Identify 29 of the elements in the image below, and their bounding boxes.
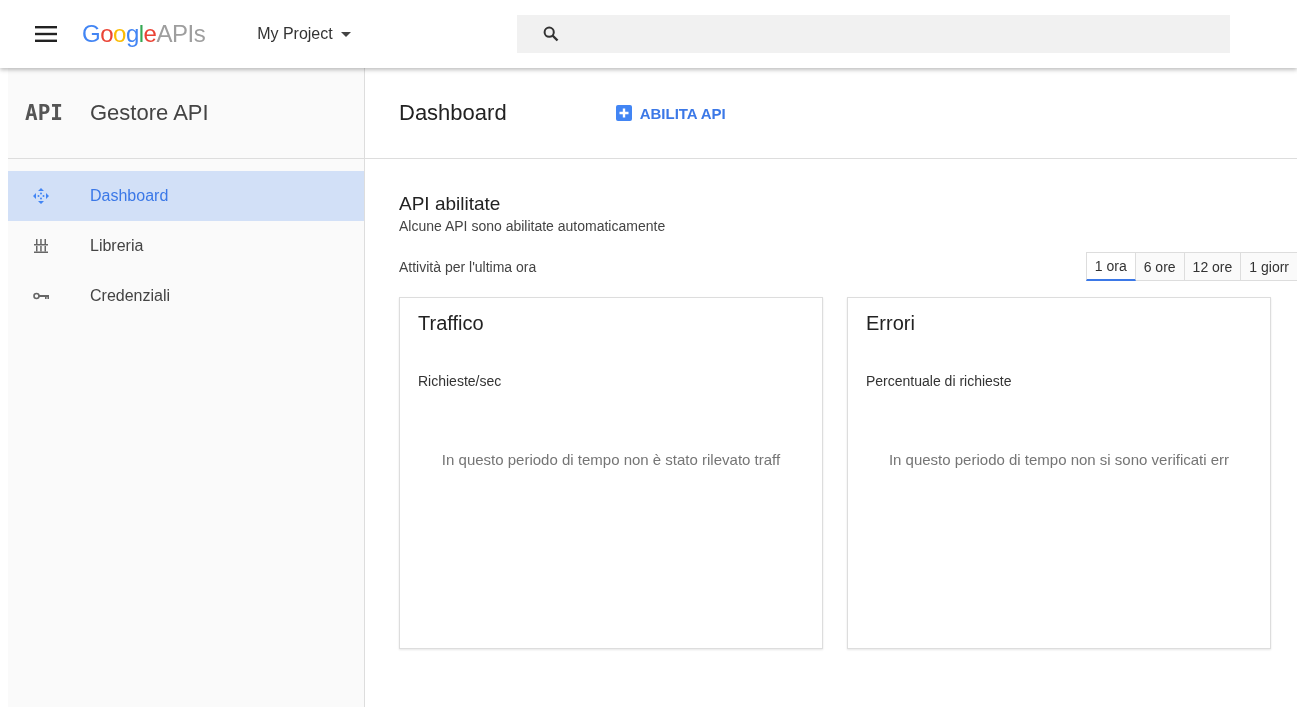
time-range-tab[interactable]: 1 giorr [1241,252,1297,281]
sidebar-item[interactable]: Credenziali [8,271,364,321]
api-logo: API [25,101,64,125]
caret-icon [340,31,351,37]
card-title: Traffico [418,312,484,335]
sidebar-title: Gestore API [90,100,209,126]
menu-icon[interactable] [35,26,57,42]
enable-api-button[interactable]: ABILITA API [615,104,726,122]
plus-icon [615,105,632,121]
card-title: Errori [866,312,915,335]
search-icon [542,26,559,42]
library-icon [33,239,49,253]
empty-message: In questo periodo di tempo non è stato rilevato traff [441,451,781,468]
activity-label: Attività per l'ultima ora [399,258,537,275]
sidebar-item[interactable]: Libreria [8,221,364,271]
card-subtitle: Richieste/sec [418,373,502,389]
page-title: Dashboard [399,100,507,126]
section-subtitle: Alcune API sono abilitate automaticamente [399,218,667,234]
search-field[interactable] [516,15,1230,53]
section-title: API abilitate [399,193,502,215]
time-range-tab[interactable]: 12 ore [1184,252,1242,281]
project-selector[interactable]: My Project [257,25,351,43]
empty-message: In questo periodo di tempo non si sono verificati err [888,451,1230,468]
logo[interactable]: GoogleAPIs [82,20,206,48]
time-range-tab[interactable]: 1 ora [1085,252,1136,281]
key-icon [33,292,49,300]
time-range-tab[interactable]: 6 ore [1135,252,1185,281]
diamond-dots-icon [33,188,49,204]
card-subtitle: Percentuale di richieste [866,373,1012,389]
